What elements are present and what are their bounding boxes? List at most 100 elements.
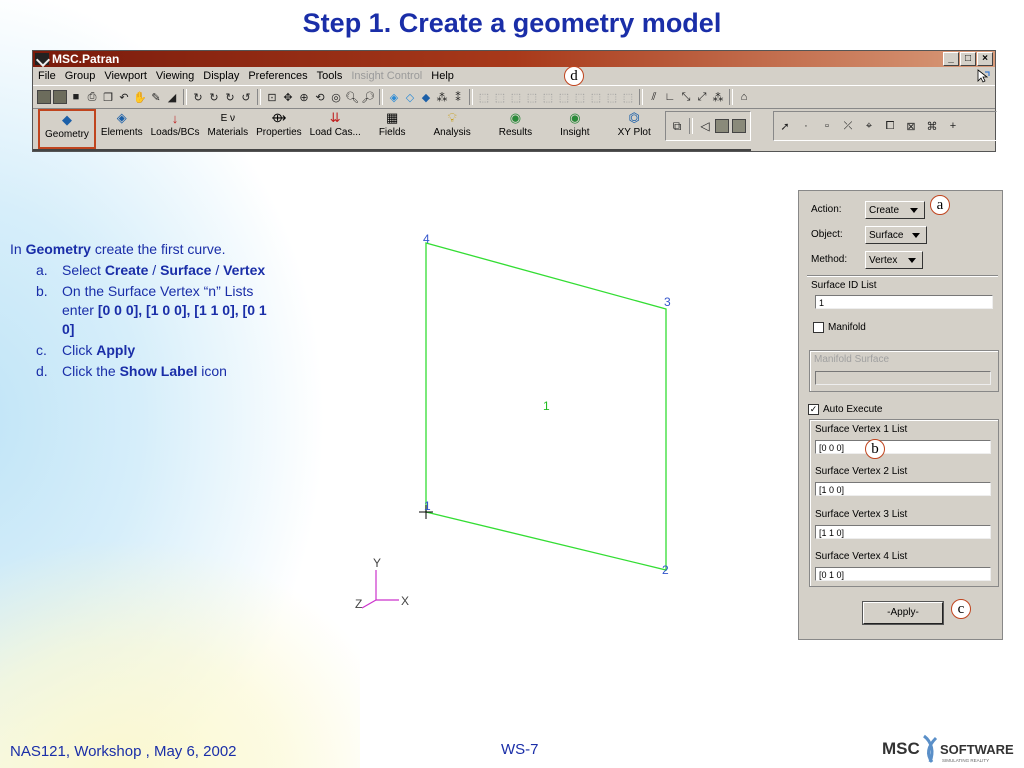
copy-icon[interactable]: ❐ [101,90,115,104]
home-icon[interactable]: ⌂ [737,90,751,104]
zoom-out-icon[interactable]: 🔍︎ [345,90,359,104]
toolbar-separator [469,89,473,105]
loads-bcs-button[interactable]: ↓ Loads/BCs [147,109,204,147]
minimize-button[interactable]: _ [943,52,959,66]
rotate-x-icon[interactable]: ↻ [191,90,205,104]
select-arrow-icon[interactable]: ➚ [778,119,792,133]
rotate-icon[interactable]: ⟲ [313,90,327,104]
vertex-4-field[interactable]: [0 1 0] [815,567,991,581]
view-corners-icon[interactable]: ◎ [329,90,343,104]
view-iso4-icon[interactable]: ⬚ [621,90,635,104]
properties-button[interactable]: ⟴ Properties [252,109,306,147]
fit-view-icon[interactable]: ⊡ [265,90,279,104]
vertex-2-field[interactable]: [1 0 0] [815,482,991,496]
elements-button[interactable]: ◈ Elements [97,109,147,147]
abort-hand-icon[interactable]: ✋ [133,90,147,104]
color-swatch-icon[interactable] [732,119,746,133]
viewport-icon[interactable]: ⧉ [670,119,684,133]
properties-icon: ⟴ [271,110,287,125]
wireframe-icon[interactable]: ◈ [387,90,401,104]
auto-execute-checkbox[interactable]: ✓ [808,404,819,415]
color-swatch-icon[interactable] [53,90,67,104]
graphics-viewport[interactable]: 4 3 2 1 1 Y X Z [340,225,700,625]
smooth-shaded-icon[interactable]: ◆ [419,90,433,104]
geometry-button[interactable]: ◆ Geometry [38,109,96,149]
window-titlebar[interactable]: MSC.Patran _ □ × [33,51,995,67]
menu-display[interactable]: Display [203,70,239,82]
rotate-y-icon[interactable]: ↻ [207,90,221,104]
view-left-icon[interactable]: ⬚ [541,90,555,104]
fields-button[interactable]: ▦ Fields [365,109,420,147]
pan-icon[interactable]: ✥ [281,90,295,104]
analysis-button[interactable]: 💡︎ Analysis [420,109,485,147]
element-pick-icon[interactable]: ⊠ [904,119,918,133]
undo-icon[interactable]: ↶ [117,90,131,104]
color-swatch-icon[interactable] [715,119,729,133]
show-label-icon[interactable]: ⁂ [435,90,449,104]
apply-button[interactable]: -Apply- [862,601,944,625]
xy-plot-button[interactable]: ⏣ XY Plot [604,109,665,147]
load-cases-button[interactable]: ⇊ Load Cas... [306,109,365,147]
shading-icon[interactable]: ◁ [698,119,712,133]
refresh-icon[interactable]: ◢ [165,90,179,104]
solid-pick-icon[interactable]: ⧠ [883,119,897,133]
view-right-icon[interactable]: ⬚ [557,90,571,104]
menu-group[interactable]: Group [65,70,96,82]
erase-icon[interactable]: ⤡ [679,90,693,104]
menu-tools[interactable]: Tools [317,70,343,82]
save-icon[interactable]: ■ [69,90,83,104]
context-help-icon[interactable] [975,68,991,84]
center-icon[interactable]: ⊕ [297,90,311,104]
surface-pick-icon[interactable]: ⌖ [862,119,876,133]
label-icon[interactable]: ⁂ [711,90,725,104]
manifold-checkbox[interactable] [813,322,824,333]
view-iso3-icon[interactable]: ⬚ [605,90,619,104]
surface-id-field[interactable]: 1 [815,295,993,309]
view-iso1-icon[interactable]: ⬚ [573,90,587,104]
action-dropdown[interactable]: Create [865,201,925,219]
logo-software: SOFTWARE [940,742,1014,757]
results-button[interactable]: ◉ Results [485,109,546,147]
toolbar-separator [639,89,643,105]
manifold-surface-label: Manifold Surface [814,354,890,365]
materials-button[interactable]: E ν Materials [204,109,253,147]
hide-icon[interactable]: ⤢ [695,90,709,104]
hide-label-icon[interactable]: ⁑ [451,90,465,104]
rotate-z-icon[interactable]: ↻ [223,90,237,104]
view-bottom-icon[interactable]: ⬚ [525,90,539,104]
window-title: MSC.Patran [52,52,120,66]
vertex-label-1: 1 [424,499,431,513]
menu-file[interactable]: File [38,70,56,82]
menu-viewing[interactable]: Viewing [156,70,194,82]
footer-course: NAS121, Workshop , May 6, 2002 [10,743,237,760]
point-icon[interactable]: · [799,119,813,133]
node-icon[interactable]: ▫ [820,119,834,133]
zoom-in-icon[interactable]: 🔎︎ [361,90,375,104]
add-icon[interactable]: + [946,119,960,133]
plot-icon[interactable]: ∟ [663,90,677,104]
vertex-1-field[interactable]: [0 0 0] [815,440,991,454]
view-front-icon[interactable]: ⬚ [477,90,491,104]
menu-help[interactable]: Help [431,70,454,82]
menu-preferences[interactable]: Preferences [248,70,307,82]
maximize-button[interactable]: □ [960,52,976,66]
color-swatch-icon[interactable] [37,90,51,104]
reset-graphics-icon[interactable]: ✎ [149,90,163,104]
view-top-icon[interactable]: ⬚ [509,90,523,104]
print-icon[interactable]: ⎙ [85,90,99,104]
vertex-3-field[interactable]: [1 1 0] [815,525,991,539]
close-button[interactable]: × [977,52,993,66]
hidden-line-icon[interactable]: ◇ [403,90,417,104]
insight-button[interactable]: ◉ Insight [546,109,603,147]
object-dropdown[interactable]: Surface [865,226,927,244]
view-iso2-icon[interactable]: ⬚ [589,90,603,104]
plot-erase-icon[interactable]: ⫽ [647,90,661,104]
method-dropdown[interactable]: Vertex [865,251,923,269]
rotate-view-icon[interactable]: ↺ [239,90,253,104]
curve-icon[interactable]: ⤫ [841,119,855,133]
view-rear-icon[interactable]: ⬚ [493,90,507,104]
vertex-2-label: Surface Vertex 2 List [815,466,908,477]
logo-msc: MSC [882,739,920,758]
menu-viewport[interactable]: Viewport [104,70,147,82]
face-pick-icon[interactable]: ⌘ [925,119,939,133]
